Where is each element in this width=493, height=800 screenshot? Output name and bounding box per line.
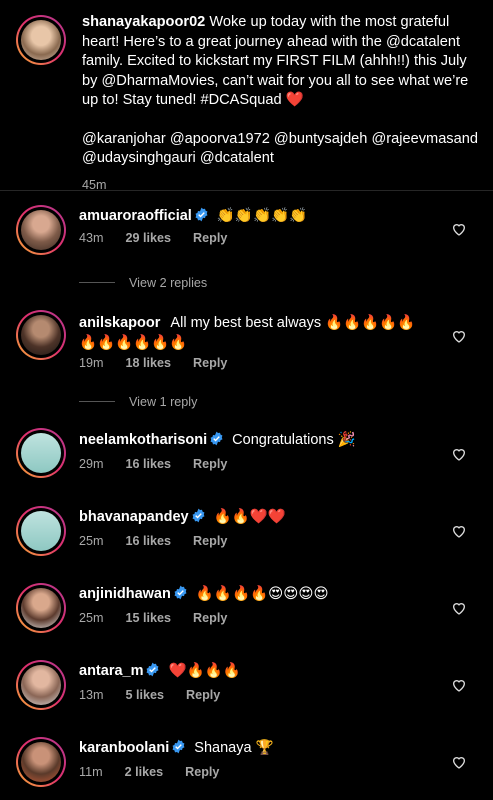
divider — [79, 282, 115, 283]
post-caption: shanayakapoor02 Woke up today with the m… — [82, 13, 482, 195]
comment-likes[interactable]: 18 likes — [126, 356, 172, 370]
comment-time: 11m — [79, 765, 103, 779]
comment-username[interactable]: neelamkotharisoni — [79, 432, 207, 448]
comment-text: 🔥🔥❤️❤️ — [213, 509, 286, 525]
divider — [79, 401, 115, 402]
post-time: 45m — [82, 177, 107, 192]
comment-username[interactable]: anjinidhawan — [79, 586, 171, 602]
comment-likes[interactable]: 16 likes — [126, 534, 172, 548]
comment-username[interactable]: antara_m — [79, 663, 143, 679]
avatar-image — [21, 20, 61, 60]
post-avatar[interactable] — [16, 15, 66, 65]
comment-time: 25m — [79, 534, 104, 548]
comment-username[interactable]: amuaroraofficial — [79, 208, 192, 224]
reply-button[interactable]: Reply — [185, 765, 219, 779]
comment-likes[interactable]: 5 likes — [126, 688, 165, 702]
verified-badge-icon — [210, 431, 223, 446]
avatar-image — [21, 433, 61, 473]
post-username[interactable]: shanayakapoor02 — [82, 14, 205, 30]
view-replies-button[interactable]: View 2 replies — [79, 276, 207, 290]
view-replies-button[interactable]: View 1 reply — [79, 395, 197, 409]
heart-outline-icon[interactable] — [451, 446, 467, 462]
reply-button[interactable]: Reply — [193, 611, 227, 625]
view-replies-label: View 1 reply — [129, 395, 198, 409]
avatar-image — [21, 665, 61, 705]
reply-button[interactable]: Reply — [193, 356, 227, 370]
comment-username[interactable]: bhavanapandey — [79, 509, 189, 525]
verified-badge-icon — [192, 508, 205, 523]
verified-badge-icon — [195, 207, 208, 222]
comment-likes[interactable]: 15 likes — [126, 611, 172, 625]
comment-likes[interactable]: 29 likes — [126, 231, 172, 245]
comment-text: Congratulations 🎉 — [232, 432, 356, 448]
avatar-image — [21, 742, 61, 782]
heart-outline-icon[interactable] — [451, 221, 467, 237]
verified-badge-icon — [174, 585, 187, 600]
comment-username[interactable]: karanboolani — [79, 740, 169, 756]
avatar[interactable] — [16, 506, 66, 556]
comment-time: 13m — [79, 688, 104, 702]
heart-outline-icon[interactable] — [451, 754, 467, 770]
reply-button[interactable]: Reply — [193, 457, 227, 471]
post-tags[interactable]: @karanjohar @apoorva1972 @buntysajdeh @r… — [82, 130, 482, 169]
avatar[interactable] — [16, 660, 66, 710]
avatar[interactable] — [16, 737, 66, 787]
comment-text: 👏👏👏👏👏 — [216, 208, 308, 224]
verified-badge-icon — [172, 739, 185, 754]
view-replies-label: View 2 replies — [129, 276, 208, 290]
comment-time: 25m — [79, 611, 104, 625]
comment-time: 19m — [79, 356, 104, 370]
heart-outline-icon[interactable] — [451, 677, 467, 693]
avatar[interactable] — [16, 310, 66, 360]
divider — [0, 190, 493, 191]
heart-outline-icon[interactable] — [451, 328, 467, 344]
avatar-image — [21, 210, 61, 250]
reply-button[interactable]: Reply — [193, 534, 227, 548]
comment-username[interactable]: anilskapoor — [79, 315, 160, 331]
comment-text: ❤️🔥🔥🔥 — [168, 663, 241, 679]
comment-likes[interactable]: 2 likes — [125, 765, 164, 779]
heart-outline-icon[interactable] — [451, 523, 467, 539]
verified-badge-icon — [147, 662, 159, 677]
comment-time: 43m — [79, 231, 104, 245]
avatar[interactable] — [16, 428, 66, 478]
comment-likes[interactable]: 16 likes — [126, 457, 172, 471]
avatar-image — [21, 511, 61, 551]
comment-time: 29m — [79, 457, 104, 471]
reply-button[interactable]: Reply — [186, 688, 220, 702]
comment-text: 🔥🔥🔥🔥😍😍😍😍 — [195, 586, 329, 602]
avatar-image — [21, 315, 61, 355]
avatar[interactable] — [16, 583, 66, 633]
heart-outline-icon[interactable] — [451, 600, 467, 616]
comment-text: Shanaya 🏆 — [194, 740, 274, 756]
avatar[interactable] — [16, 205, 66, 255]
avatar-image — [21, 588, 61, 628]
reply-button[interactable]: Reply — [193, 231, 227, 245]
